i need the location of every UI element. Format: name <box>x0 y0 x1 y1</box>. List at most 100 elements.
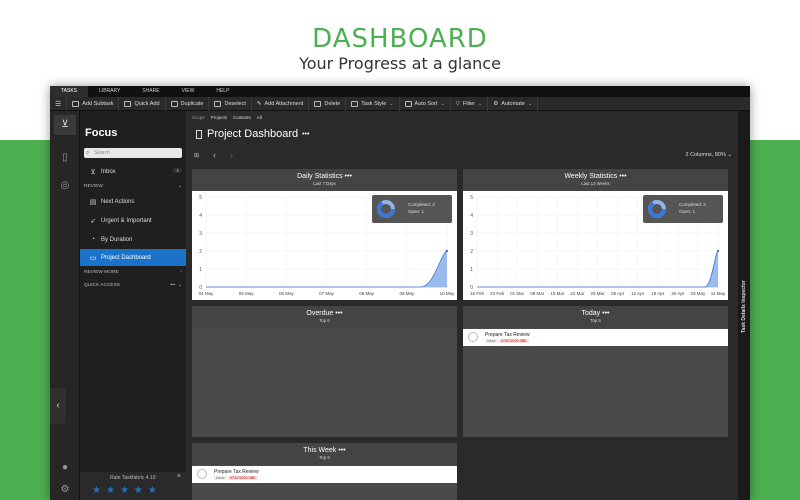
sidebar-item-urgent-important[interactable]: ➶ Urgent & Important <box>80 212 186 229</box>
more-icon[interactable]: ••• <box>345 173 352 180</box>
task-checkbox[interactable] <box>197 469 207 479</box>
automate-button[interactable]: ⚙ Automate ⌄ <box>488 96 539 111</box>
rocket-icon: ➶ <box>90 217 96 225</box>
more-icon[interactable]: ••• <box>338 447 345 454</box>
menu-view[interactable]: VIEW <box>171 86 206 97</box>
menu-help[interactable]: HELP <box>205 86 240 97</box>
star-icon[interactable]: ★ <box>106 485 115 496</box>
scope-contexts[interactable]: Contexts <box>233 115 251 120</box>
forward-arrow-icon[interactable]: › <box>230 150 233 160</box>
toolbar: ☰ Add Subtask Quick Add Duplicate Desele… <box>50 96 750 111</box>
x-tick-label: 15 Mar <box>550 291 565 296</box>
inbox-icon: ⊻ <box>90 168 96 176</box>
quick-access-section[interactable]: QUICK ACCESS ••• ⌄ <box>84 283 182 288</box>
close-icon[interactable]: × <box>177 473 181 480</box>
menu-tasks[interactable]: TASKS <box>50 86 89 97</box>
columns-label: 2 Columns, 80% <box>685 152 726 158</box>
star-icon[interactable]: ★ <box>92 485 101 496</box>
quick-access-label: QUICK ACCESS <box>84 283 120 288</box>
review-more-section[interactable]: REVIEW MORE ‹ <box>84 270 182 275</box>
x-tick-label: 09 May <box>399 291 415 296</box>
x-tick-label: 19 Apr <box>651 291 665 296</box>
settings-icon[interactable]: ⚙ <box>57 483 73 497</box>
grid-view-icon[interactable]: ⊞ <box>194 152 199 159</box>
hamburger-button[interactable]: ☰ <box>50 96 68 111</box>
review-section-header[interactable]: REVIEW ⌄ <box>84 184 182 189</box>
x-tick-label: 05 Apr <box>611 291 625 296</box>
chevron-down-icon: ⌄ <box>478 100 483 107</box>
x-tick-label: 22 Mar <box>570 291 585 296</box>
search-input[interactable]: ⌕ Search <box>84 148 182 158</box>
quick-add-button[interactable]: Quick Add <box>119 96 166 111</box>
target-icon[interactable]: ◎ <box>57 179 73 193</box>
filter-button[interactable]: ▽ Filter ⌄ <box>451 96 489 111</box>
panel-title-text: Daily Statistics <box>297 173 343 180</box>
task-name: Prepare Tax Review <box>485 332 530 338</box>
add-attachment-button[interactable]: ✎ Add Attachment <box>252 96 310 111</box>
data-point <box>716 249 720 253</box>
y-tick-label: 1 <box>470 267 473 273</box>
add-attachment-label: Add Attachment <box>264 100 304 107</box>
more-icon[interactable]: ••• <box>602 310 609 317</box>
menu-bar: TASKS LIBRARY SHARE VIEW HELP <box>50 86 750 97</box>
sidebar: Focus ⌕ Search ⊻ Inbox 1 REVIEW ⌄ ▤ Next … <box>80 111 186 500</box>
sidebar-item-project-dashboard[interactable]: ▭ Project Dashboard <box>80 249 186 266</box>
duplicate-button[interactable]: Duplicate <box>166 96 210 111</box>
menu-library[interactable]: LIBRARY <box>88 86 131 97</box>
delete-label: Delete <box>324 100 341 107</box>
document-icon[interactable]: ▯ <box>57 151 73 165</box>
next-actions-icon: ▤ <box>89 198 97 206</box>
page-title: Project Dashboard ••• <box>196 128 309 140</box>
star-icon[interactable]: ★ <box>134 485 143 496</box>
gear-icon: ⚙ <box>493 100 499 107</box>
app-window: TASKS LIBRARY SHARE VIEW HELP ☰ Add Subt… <box>50 86 750 500</box>
more-icon[interactable]: ••• <box>335 310 342 317</box>
panel-header: Today ••• Top 6 <box>463 306 728 328</box>
document-icon <box>196 129 202 139</box>
weekly-statistics-panel: Weekly Statistics ••• Last 13 Weeks 0123… <box>463 169 728 300</box>
inbox-tray-icon[interactable]: ⊻ <box>54 115 76 135</box>
sidebar-item-by-duration[interactable]: ◔ By Duration <box>80 231 186 248</box>
menu-share[interactable]: SHARE <box>131 86 170 97</box>
sidebar-item-inbox[interactable]: ⊻ Inbox 1 <box>80 163 186 180</box>
scope-projects[interactable]: Projects <box>211 115 227 120</box>
chart-legend: Completed: 2 Open: 1 <box>643 195 723 223</box>
duplicate-label: Duplicate <box>180 100 204 107</box>
deselect-button[interactable]: Deselect <box>209 96 252 111</box>
panel-header: Weekly Statistics ••• Last 13 Weeks <box>463 169 728 191</box>
task-checkbox[interactable] <box>468 332 478 342</box>
sidebar-item-label: Urgent & Important <box>101 217 152 224</box>
more-options-icon[interactable]: ••• <box>302 131 309 138</box>
overdue-panel: Overdue ••• Top 6 <box>192 306 457 437</box>
chevron-down-icon: ⌄ <box>389 100 394 107</box>
user-icon[interactable]: ● <box>57 461 73 475</box>
x-tick-label: 01 Mar <box>510 291 525 296</box>
daily-chart: 0 1 2 3 4 5 04 May 05 May 06 May 07 May 08 May 09 M… <box>192 191 457 300</box>
delete-button[interactable]: Delete <box>309 96 347 111</box>
task-tag: Inbox <box>214 476 227 480</box>
legend-open: Open: 1 <box>679 209 696 214</box>
task-row[interactable]: Prepare Tax Review Inbox 07/07/2020 SBE <box>192 466 457 483</box>
daily-statistics-panel: Daily Statistics ••• Last 7 Days 0123450… <box>192 169 457 300</box>
columns-zoom-select[interactable]: 2 Columns, 80% ⌄ <box>686 152 733 158</box>
add-subtask-button[interactable]: Add Subtask <box>67 96 120 111</box>
x-tick-label: 10 May <box>440 291 456 296</box>
task-tag: Inbox <box>485 339 498 343</box>
star-icon[interactable]: ★ <box>148 485 157 496</box>
task-details-inspector[interactable]: Task Details Inspector <box>738 111 750 500</box>
inspector-label: Task Details Inspector <box>741 280 747 333</box>
scope-all[interactable]: All <box>257 115 262 120</box>
y-tick-label: 2 <box>470 249 473 255</box>
task-row[interactable]: Prepare Tax Review Inbox 07/07/2020 SBE <box>463 329 728 346</box>
more-icon[interactable]: ••• <box>619 173 626 180</box>
collapse-sidebar-button[interactable]: ‹ <box>50 388 66 424</box>
sidebar-item-next-actions[interactable]: ▤ Next Actions <box>80 193 186 210</box>
deselect-label: Deselect <box>224 100 246 107</box>
icon-strip: ⊻ ▯ ◎ ● ⚙ <box>50 111 80 500</box>
sidebar-item-label: Project Dashboard <box>101 254 151 261</box>
auto-sort-button[interactable]: Auto Sort ⌄ <box>400 96 451 111</box>
task-style-button[interactable]: Task Style ⌄ <box>346 96 400 111</box>
x-tick-label: 08 Mar <box>530 291 545 296</box>
star-icon[interactable]: ★ <box>120 485 129 496</box>
back-arrow-icon[interactable]: ‹ <box>213 150 216 160</box>
